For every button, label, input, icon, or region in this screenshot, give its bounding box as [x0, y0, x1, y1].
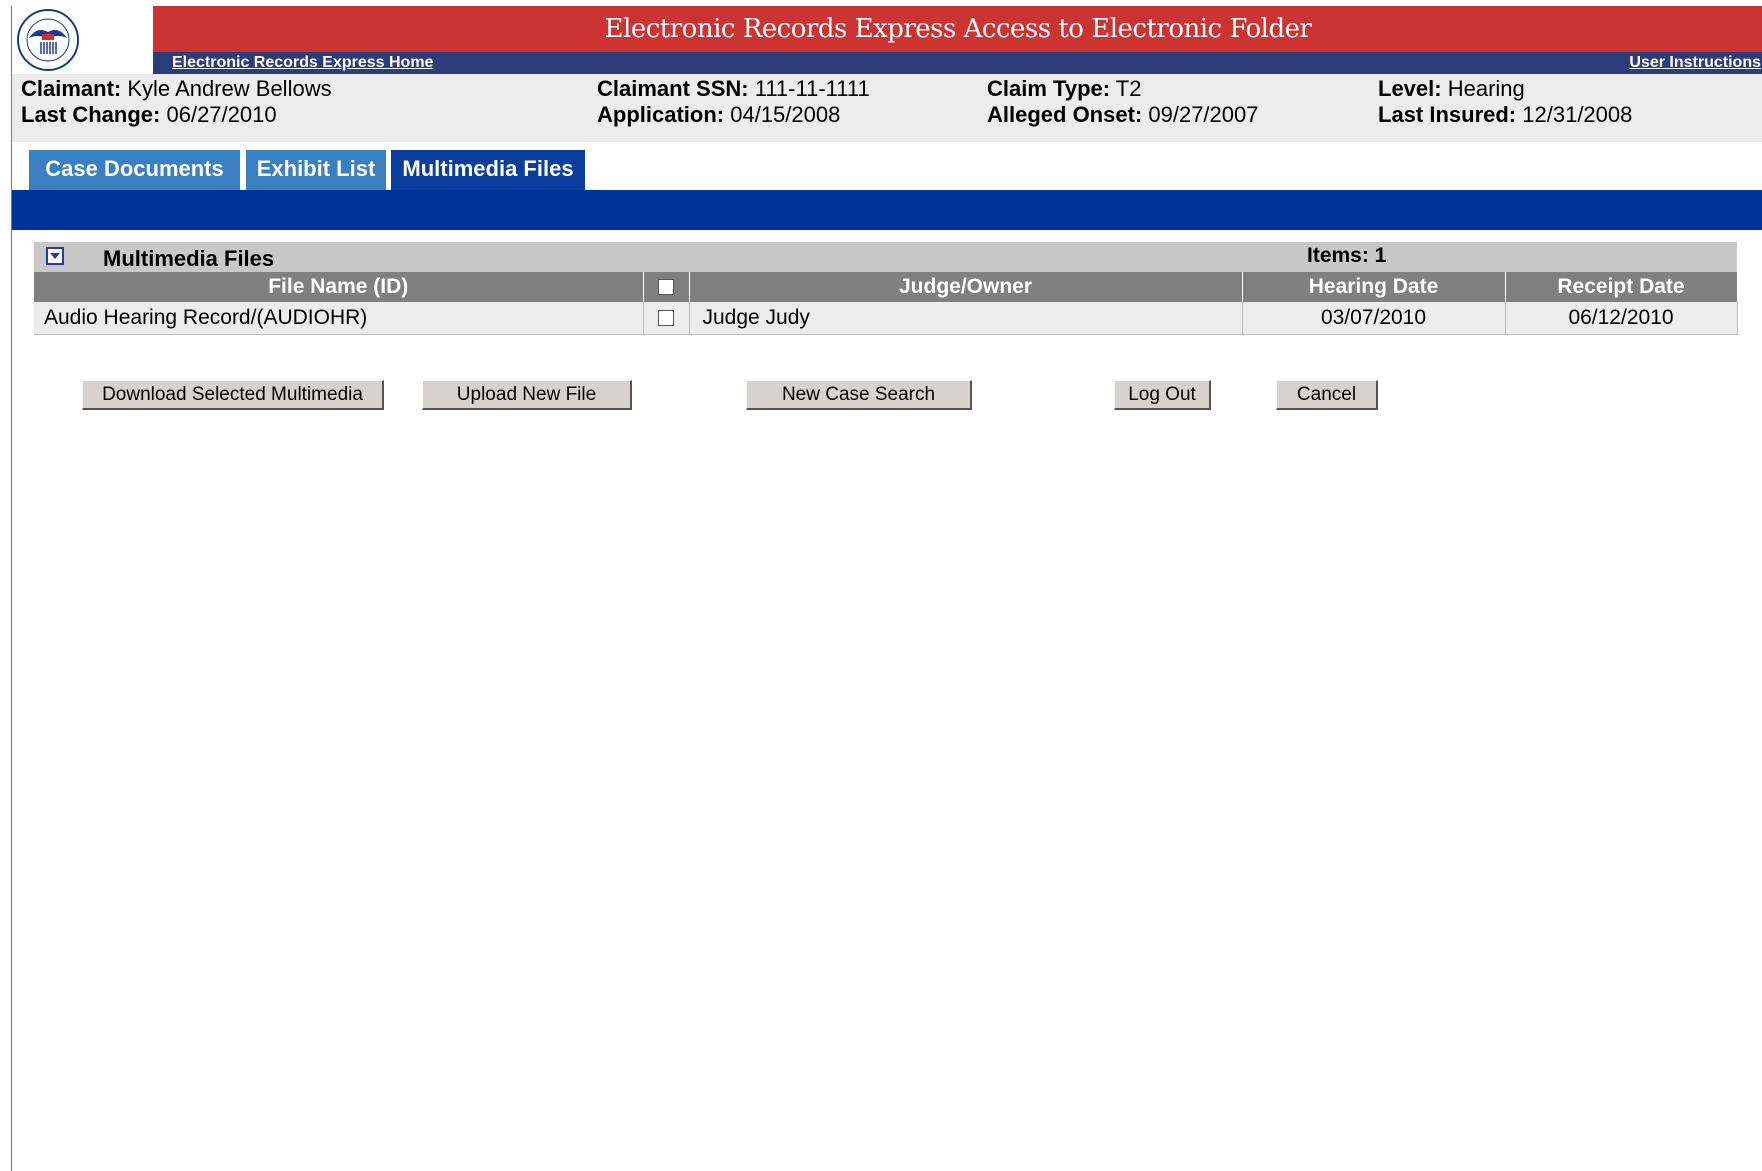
- column-header-hearing-date[interactable]: Hearing Date: [1242, 272, 1506, 302]
- alleged-onset-value: 09/27/2007: [1148, 102, 1259, 127]
- panel-header: Multimedia Files Items: 1: [34, 242, 1737, 272]
- last-insured-label: Last Insured:: [1378, 102, 1517, 127]
- download-selected-button[interactable]: Download Selected Multimedia: [82, 380, 384, 410]
- claim-type-info: Claim Type: T2: [987, 76, 1141, 102]
- last-change-value: 06/27/2010: [166, 102, 277, 127]
- hearing-date-cell: 03/07/2010: [1242, 302, 1506, 335]
- tab-exhibit-list[interactable]: Exhibit List: [246, 150, 386, 190]
- claim-type-value: T2: [1115, 76, 1142, 101]
- application-info: Application: 04/15/2008: [597, 102, 840, 128]
- claimant-info: Claimant: Kyle Andrew Bellows: [21, 76, 332, 102]
- claim-type-label: Claim Type:: [987, 76, 1111, 101]
- column-header-file-name[interactable]: File Name (ID): [34, 272, 644, 302]
- column-header-select-all: [643, 272, 690, 302]
- log-out-button[interactable]: Log Out: [1114, 380, 1211, 410]
- tab-multimedia-files[interactable]: Multimedia Files: [391, 150, 585, 190]
- claim-info-panel: Claimant: Kyle Andrew Bellows Last Chang…: [12, 74, 1762, 142]
- alleged-onset-label: Alleged Onset:: [987, 102, 1143, 127]
- ssa-logo: [12, 6, 152, 74]
- top-nav-bar: Electronic Records Express Home User Ins…: [153, 52, 1762, 74]
- new-case-search-button[interactable]: New Case Search: [746, 380, 972, 410]
- select-cell: [643, 302, 690, 335]
- multimedia-files-panel: Multimedia Files Items: 1 File Name (ID)…: [34, 242, 1738, 335]
- ssn-value: 111-11-1111: [754, 76, 870, 101]
- cancel-button[interactable]: Cancel: [1276, 380, 1378, 410]
- table-header-row: File Name (ID) Judge/Owner Hearing Date …: [34, 272, 1738, 302]
- alleged-onset-info: Alleged Onset: 09/27/2007: [987, 102, 1258, 128]
- application-label: Application:: [597, 102, 725, 127]
- last-change-info: Last Change: 06/27/2010: [21, 102, 277, 128]
- last-insured-value: 12/31/2008: [1522, 102, 1633, 127]
- home-link[interactable]: Electronic Records Express Home: [172, 54, 433, 72]
- ssn-label: Claimant SSN:: [597, 76, 749, 101]
- judge-owner-cell: Judge Judy: [689, 302, 1243, 335]
- upload-new-file-button[interactable]: Upload New File: [422, 380, 632, 410]
- last-change-label: Last Change:: [21, 102, 161, 127]
- receipt-date-cell: 06/12/2010: [1505, 302, 1738, 335]
- application-value: 04/15/2008: [730, 102, 841, 127]
- level-label: Level:: [1378, 76, 1442, 101]
- ssn-info: Claimant SSN: 111-11-1111: [597, 76, 870, 102]
- level-value: Hearing: [1447, 76, 1525, 101]
- claimant-value: Kyle Andrew Bellows: [127, 76, 332, 101]
- panel-title: Multimedia Files: [103, 246, 275, 271]
- ssa-seal-icon: [17, 9, 79, 71]
- select-all-checkbox[interactable]: [658, 279, 674, 296]
- page: Electronic Records Express Access to Ele…: [11, 6, 1762, 1171]
- row-select-checkbox[interactable]: [658, 310, 674, 327]
- multimedia-table: File Name (ID) Judge/Owner Hearing Date …: [34, 272, 1738, 335]
- items-count: Items: 1: [1307, 244, 1387, 267]
- column-header-receipt-date[interactable]: Receipt Date: [1505, 272, 1738, 302]
- collapse-toggle-button[interactable]: [46, 247, 64, 265]
- page-title: Electronic Records Express Access to Ele…: [153, 6, 1762, 52]
- claimant-label: Claimant:: [21, 76, 122, 101]
- tab-content-bar: [12, 190, 1762, 230]
- column-header-judge-owner[interactable]: Judge/Owner: [689, 272, 1243, 302]
- tab-case-documents[interactable]: Case Documents: [29, 150, 240, 190]
- user-instructions-link[interactable]: User Instructions: [1629, 54, 1761, 72]
- table-row: Audio Hearing Record/(AUDIOHR) Judge Jud…: [34, 302, 1738, 335]
- last-insured-info: Last Insured: 12/31/2008: [1378, 102, 1632, 128]
- level-info: Level: Hearing: [1378, 76, 1525, 102]
- file-name-cell: Audio Hearing Record/(AUDIOHR): [34, 302, 644, 335]
- chevron-down-icon: [50, 253, 60, 259]
